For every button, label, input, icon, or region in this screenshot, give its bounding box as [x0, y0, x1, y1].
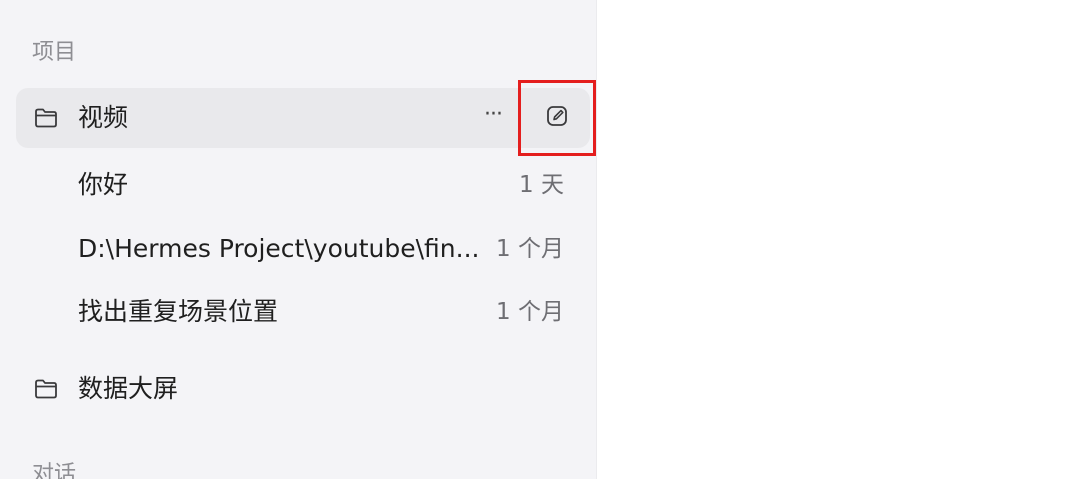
project-item-data-screen[interactable]: 数据大屏 [16, 359, 590, 419]
conversation-time: 1 个月 [496, 299, 564, 325]
conversation-item[interactable]: D:\Hermes Project\youtube\fin... 1 个月 [0, 224, 590, 274]
projects-section-label: 项目 [32, 40, 77, 65]
more-options-button[interactable]: ··· [478, 102, 508, 134]
project-item-video[interactable]: 视频 ··· [16, 80, 596, 156]
conversation-title: D:\Hermes Project\youtube\fin... [78, 234, 480, 263]
conversation-time: 1 个月 [496, 236, 564, 262]
main-content [598, 0, 1080, 479]
conversation-title: 你好 [78, 170, 129, 199]
sidebar: 项目 视频 ··· 你好 1 天 D:\Hermes Project\youtu… [0, 0, 597, 479]
folder-icon [34, 378, 58, 400]
project-name: 视频 [78, 103, 129, 132]
conversation-title: 找出重复场景位置 [78, 297, 279, 326]
conversation-time: 1 天 [519, 172, 564, 198]
new-chat-in-project-button[interactable] [518, 80, 596, 156]
conversation-item[interactable]: 你好 1 天 [0, 160, 590, 210]
project-name: 数据大屏 [78, 374, 179, 403]
chats-section-label: 对话 [32, 462, 77, 479]
conversation-item[interactable]: 找出重复场景位置 1 个月 [0, 287, 590, 337]
folder-icon [34, 107, 58, 129]
